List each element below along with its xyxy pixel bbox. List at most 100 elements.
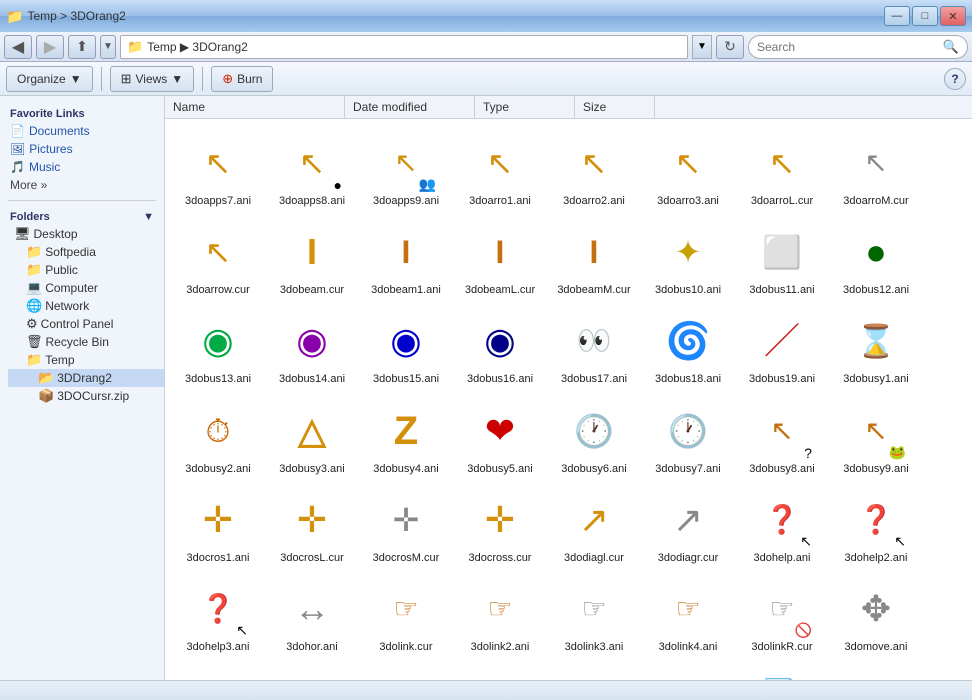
file-item[interactable]: ◉3dobus14.ani [267,305,357,390]
file-item[interactable]: ↖3doarroM.cur [831,127,921,212]
file-item[interactable]: ✛3docrosM.cur [361,484,451,569]
file-item[interactable]: ✛3docros1.ani [173,484,263,569]
file-item[interactable]: 🕐3dobusy6.ani [549,395,639,480]
col-type[interactable]: Type [475,96,575,118]
col-name[interactable]: Name [165,96,345,118]
refresh-button[interactable]: ↻ [716,35,744,59]
file-item[interactable]: I3dobeam1.ani [361,216,451,301]
tree-item-3ddrang2[interactable]: 📂 3DDrang2 [8,369,164,387]
file-item[interactable]: ⬜3dobus11.ani [737,216,827,301]
file-item[interactable]: ↗3dodiagr.cur [643,484,733,569]
recent-button[interactable]: ▼ [100,35,116,59]
file-item[interactable]: ↖●3doapps8.ani [267,127,357,212]
col-date[interactable]: Date modified [345,96,475,118]
file-item[interactable]: ↕3dovert.ani [643,662,733,680]
file-item[interactable]: ⬅No3dono2.ani [267,662,357,680]
organize-button[interactable]: Organize ▼ [6,66,93,92]
file-item[interactable]: ↖3doarroL.cur [737,127,827,212]
file-item[interactable]: ❓↖3dohelp.ani [737,484,827,569]
file-item[interactable]: ↖3doarro2.ani [549,127,639,212]
forward-button[interactable]: ▶ [36,35,64,59]
file-item[interactable]: ✛3docrosL.cur [267,484,357,569]
tree-item-recycle-bin[interactable]: 🗑 Recycle Bin [8,333,164,351]
tree-item-3docursr[interactable]: 📦 3DOCursr.zip [8,387,164,405]
file-item[interactable]: ✥3domove.ani [831,573,921,658]
file-item[interactable]: ↖3doarro1.ani [455,127,545,212]
file-item[interactable]: ⚙INSTAL30... [831,662,921,680]
organize-label: Organize [17,72,66,86]
folders-section[interactable]: Folders ▼ [0,207,164,225]
file-item[interactable]: ↖👥3doapps9.ani [361,127,451,212]
file-item[interactable]: ↖🐸3dobusy9.ani [831,395,921,480]
file-item[interactable]: ⌛3dobusy1.ani [831,305,921,390]
file-item[interactable]: ✦3dobus10.ani [643,216,733,301]
file-item[interactable]: ❓↖3dohelp3.ani [173,573,263,658]
file-item[interactable]: ↖🚫3dono.ani [173,662,263,680]
file-item[interactable]: I3dobeam.cur [267,216,357,301]
file-item[interactable]: 🌀3dobus18.ani [643,305,733,390]
file-item[interactable]: ☞🚫3dolinkR.cur [737,573,827,658]
search-bar[interactable]: 🔍 [748,35,968,59]
file-item[interactable]: ☞3dolink.cur [361,573,451,658]
help-button[interactable]: ? [944,68,966,90]
back-button[interactable]: ◀ [4,35,32,59]
file-icon-symbol: 🌀 [666,323,711,359]
file-item[interactable]: ☞3dolink4.ani [643,573,733,658]
address-dropdown[interactable]: ▼ [692,35,712,59]
tree-item-desktop[interactable]: 🖥 Desktop [8,225,164,243]
sidebar-item-documents[interactable]: 📄 Documents [0,122,164,140]
close-button[interactable]: ✕ [940,6,966,26]
file-item[interactable]: ☞3dolink3.ani [549,573,639,658]
file-item[interactable]: ✒3dopen2.ani [549,662,639,680]
search-input[interactable] [757,40,943,54]
file-item[interactable]: ◉3dobus13.ani [173,305,263,390]
file-item[interactable]: 📄file_id.diz [737,662,827,680]
file-item[interactable]: ↗3dodiagl.cur [549,484,639,569]
file-icon: ☞🚫 [750,577,814,641]
file-item[interactable]: ❓↖3dohelp2.ani [831,484,921,569]
file-item[interactable]: ◉3dobus16.ani [455,305,545,390]
file-item[interactable]: 🕐3dobusy7.ani [643,395,733,480]
3docursr-icon: 📦 [38,388,54,404]
file-item[interactable]: ／3dobus19.ani [737,305,827,390]
file-item[interactable]: I3dobeamL.cur [455,216,545,301]
file-icon: ❤ [468,399,532,463]
address-bar[interactable]: 📁 Temp ▶ 3DOrang2 [120,35,688,59]
file-item[interactable]: ↔3dohor.ani [267,573,357,658]
file-label: 3dodiagl.cur [564,552,624,565]
sidebar-item-music[interactable]: 🎵 Music [0,158,164,176]
file-item[interactable]: ✛3docross.cur [455,484,545,569]
file-item[interactable]: ●3dobus12.ani [831,216,921,301]
file-item[interactable]: ☞3dolink2.ani [455,573,545,658]
file-item[interactable]: ✒3dopen.ani [455,662,545,680]
file-item[interactable]: I3dobeamM.cur [549,216,639,301]
tree-item-temp[interactable]: 📁 Temp [8,351,164,369]
sidebar-item-pictures[interactable]: 🖼 Pictures [0,140,164,158]
file-item[interactable]: △3dobusy3.ani [267,395,357,480]
file-item[interactable]: ↖?3dobusy8.ani [737,395,827,480]
file-item[interactable]: ↖3doapps7.ani [173,127,263,212]
file-item[interactable]: ❤3dobusy5.ani [455,395,545,480]
file-item[interactable]: ↖🚫3dono3.ani [361,662,451,680]
file-item[interactable]: Z3dobusy4.ani [361,395,451,480]
minimize-button[interactable]: — [884,6,910,26]
tree-item-network[interactable]: 🌐 Network [8,297,164,315]
col-size[interactable]: Size [575,96,655,118]
burn-button[interactable]: ⊕ Burn [211,66,273,92]
file-item[interactable]: ◉3dobus15.ani [361,305,451,390]
tree-item-softpedia[interactable]: 📁 Softpedia [8,243,164,261]
tree-item-computer[interactable]: 💻 Computer [8,279,164,297]
sidebar-more-button[interactable]: More » [0,176,164,194]
file-item[interactable]: ↖3doarrow.cur [173,216,263,301]
file-icon: ☞ [374,577,438,641]
file-item[interactable]: 👀3dobus17.ani [549,305,639,390]
file-label: 3dobusy2.ani [185,463,250,476]
tree-item-public[interactable]: 📁 Public [8,261,164,279]
maximize-button[interactable]: □ [912,6,938,26]
views-button[interactable]: ⊞ Views ▼ [110,66,195,92]
file-item[interactable]: ⏱3dobusy2.ani [173,395,263,480]
file-icon: I [562,220,626,284]
file-item[interactable]: ↖3doarro3.ani [643,127,733,212]
up-button[interactable]: ⬆ [68,35,96,59]
tree-item-control-panel[interactable]: ⚙ Control Panel [8,315,164,333]
